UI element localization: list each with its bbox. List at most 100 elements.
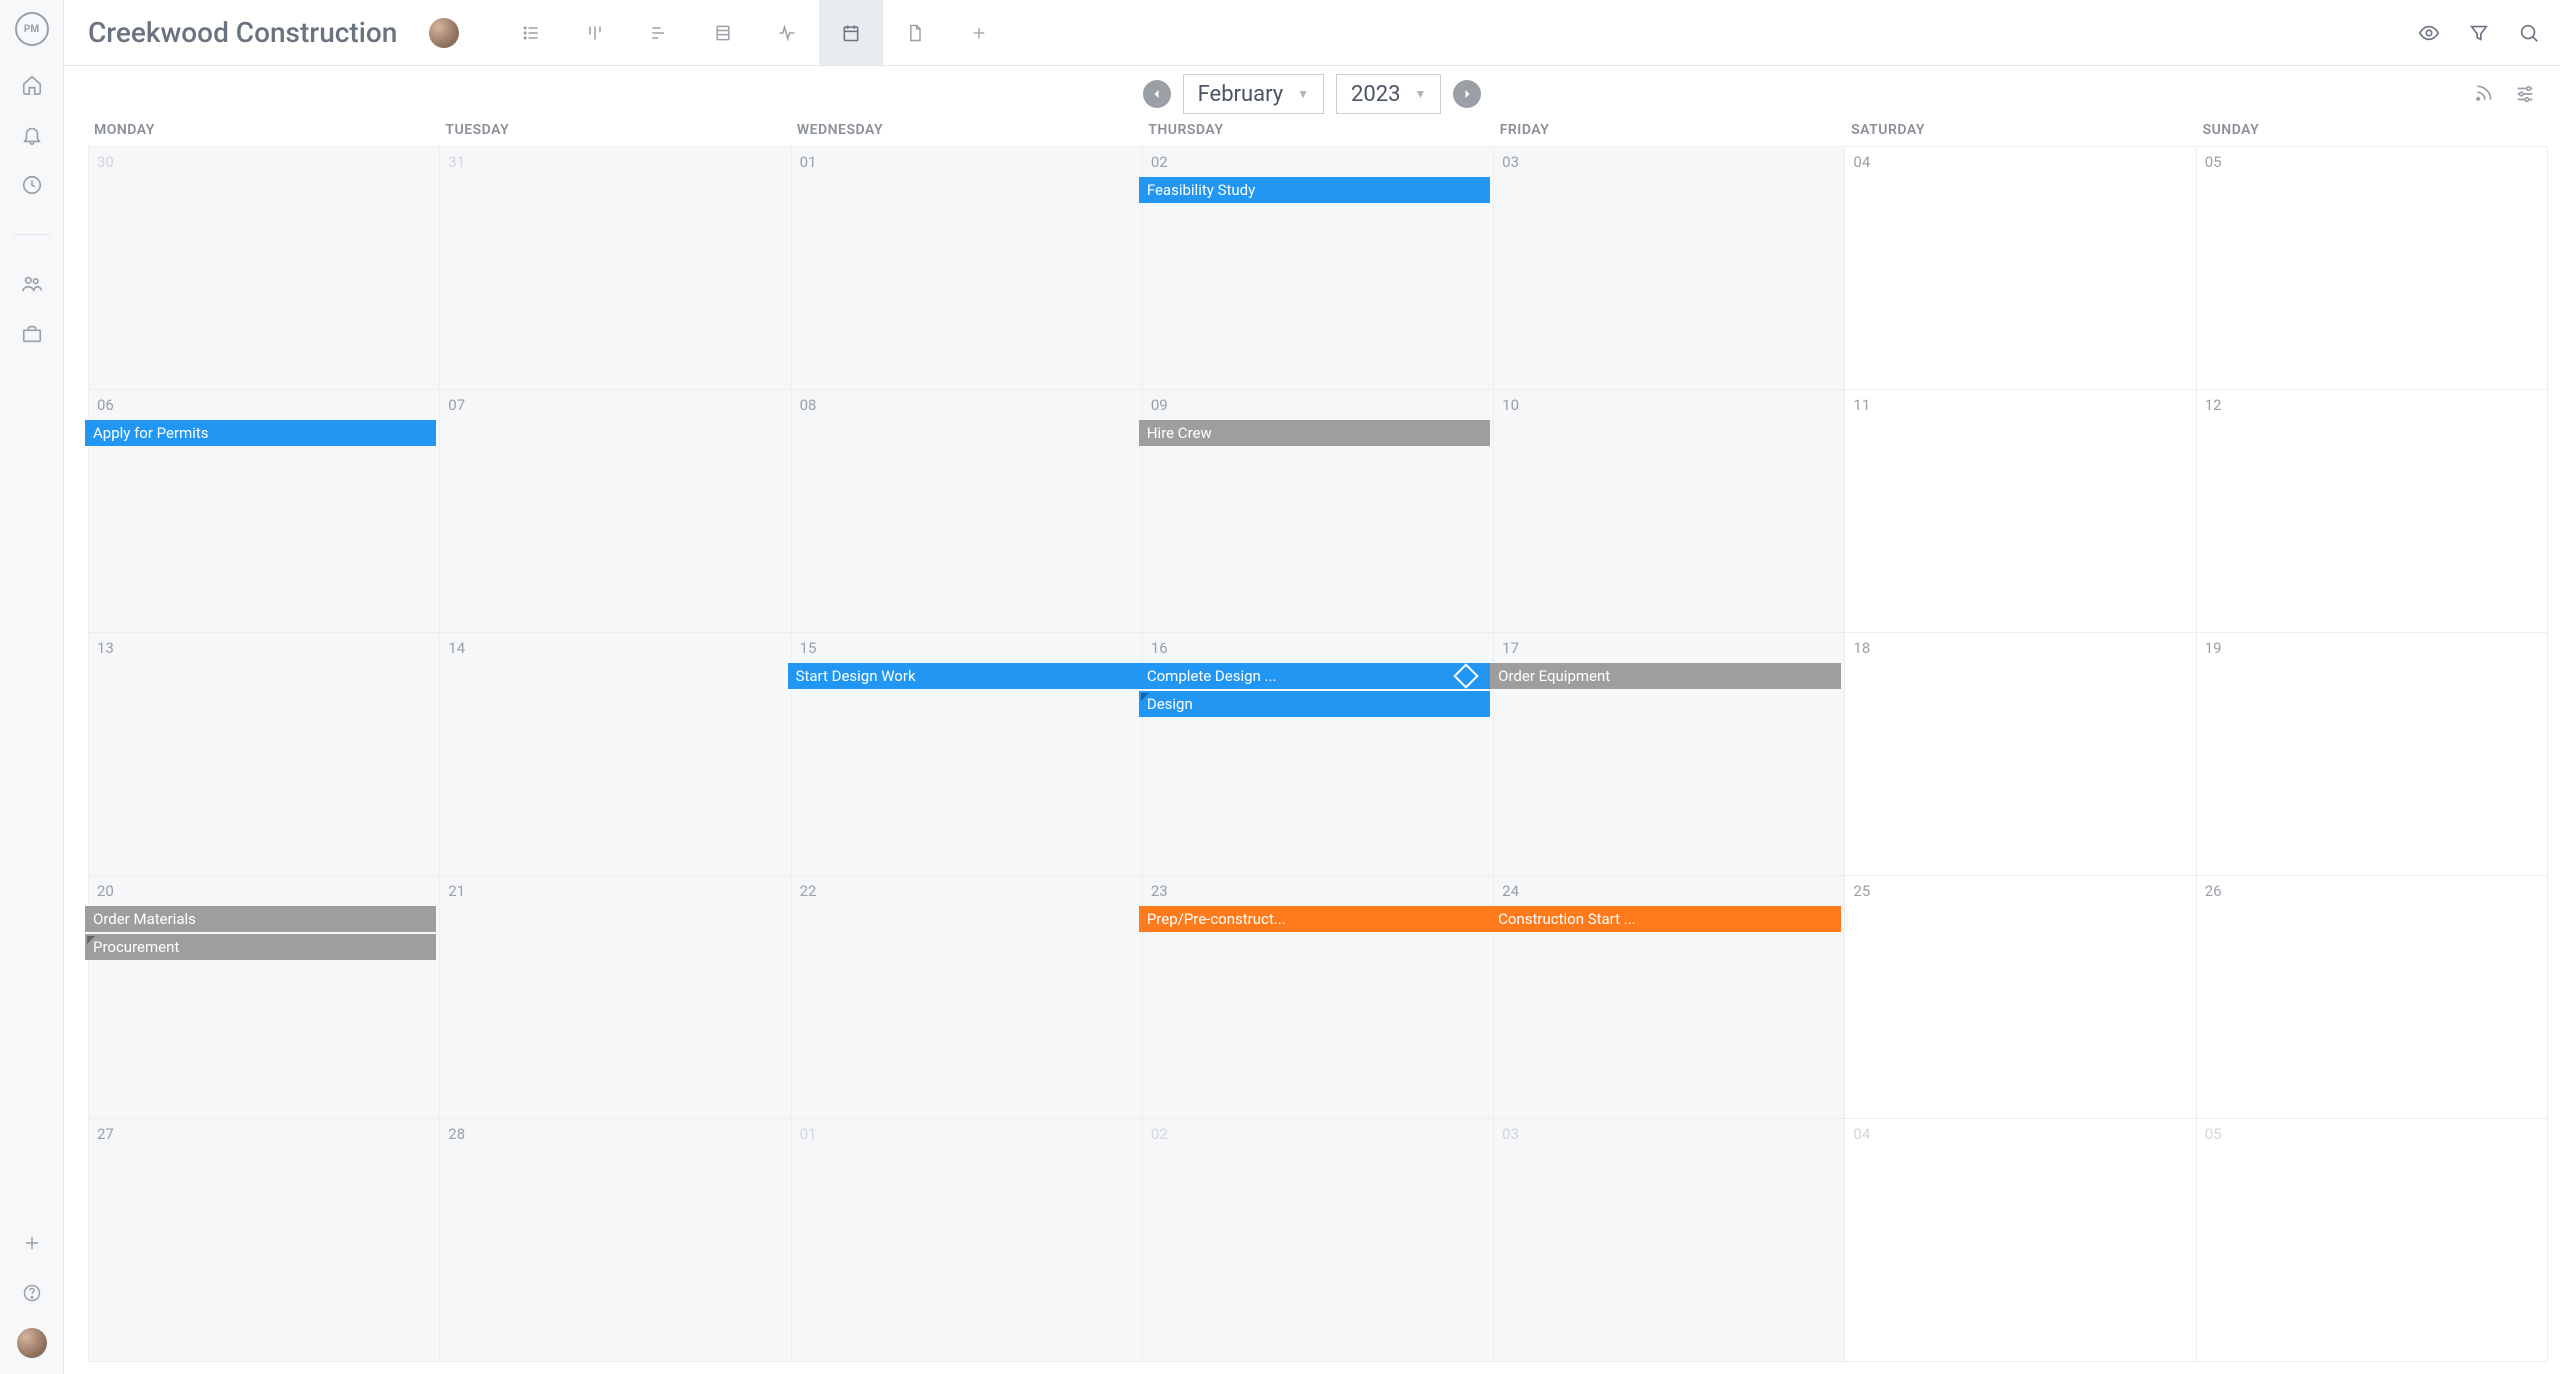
- tab-calendar[interactable]: [819, 0, 883, 65]
- calendar: MONDAYTUESDAYWEDNESDAYTHURSDAYFRIDAYSATU…: [64, 122, 2560, 1374]
- app-logo[interactable]: PM: [15, 12, 49, 46]
- day-number: 02: [1151, 153, 1485, 171]
- dow-label: SUNDAY: [2197, 122, 2548, 138]
- tab-add[interactable]: [947, 0, 1011, 65]
- prev-month-button[interactable]: [1143, 80, 1171, 108]
- search-icon[interactable]: [2518, 22, 2540, 44]
- briefcase-icon[interactable]: [21, 323, 43, 345]
- day-number: 20: [97, 882, 431, 900]
- day-number: 31: [448, 153, 782, 171]
- calendar-cell[interactable]: 21: [440, 876, 791, 1119]
- day-number: 24: [1502, 882, 1836, 900]
- plus-icon[interactable]: [21, 1232, 43, 1254]
- calendar-grid: 3031010203040506070809101112131415161718…: [88, 146, 2548, 1362]
- calendar-cell[interactable]: 27: [89, 1119, 440, 1362]
- settings-sliders-icon[interactable]: [2514, 83, 2536, 105]
- date-nav: February ▼ 2023 ▼: [64, 66, 2560, 122]
- help-icon[interactable]: [21, 1282, 43, 1304]
- clock-icon[interactable]: [21, 174, 43, 196]
- calendar-cell[interactable]: 10: [1494, 390, 1845, 633]
- day-number: 07: [448, 396, 782, 414]
- day-number: 15: [800, 639, 1134, 657]
- calendar-cell[interactable]: 01: [792, 147, 1143, 390]
- calendar-cell[interactable]: 03: [1494, 147, 1845, 390]
- day-number: 30: [97, 153, 431, 171]
- dow-label: WEDNESDAY: [791, 122, 1142, 138]
- calendar-cell[interactable]: 05: [2197, 1119, 2548, 1362]
- next-month-button[interactable]: [1453, 80, 1481, 108]
- calendar-cell[interactable]: 14: [440, 633, 791, 876]
- month-picker[interactable]: February ▼: [1183, 74, 1324, 114]
- day-number: 11: [1853, 396, 2187, 414]
- calendar-cell[interactable]: 04: [1845, 147, 2196, 390]
- calendar-cell[interactable]: 19: [2197, 633, 2548, 876]
- bell-icon[interactable]: [21, 124, 43, 146]
- calendar-cell[interactable]: 26: [2197, 876, 2548, 1119]
- day-number: 05: [2205, 1125, 2539, 1143]
- calendar-cell[interactable]: 04: [1845, 1119, 2196, 1362]
- calendar-cell[interactable]: 01: [792, 1119, 1143, 1362]
- tab-sheet[interactable]: [691, 0, 755, 65]
- year-label: 2023: [1351, 82, 1400, 107]
- calendar-event[interactable]: Order Materials: [85, 906, 436, 932]
- view-tabs: [499, 0, 1011, 65]
- calendar-event[interactable]: Prep/Pre-construct...: [1139, 906, 1490, 932]
- day-number: 16: [1151, 639, 1485, 657]
- calendar-event[interactable]: Apply for Permits: [85, 420, 436, 446]
- day-number: 17: [1502, 639, 1836, 657]
- day-number: 21: [448, 882, 782, 900]
- day-number: 22: [800, 882, 1134, 900]
- calendar-cell[interactable]: 07: [440, 390, 791, 633]
- day-number: 06: [97, 396, 431, 414]
- rss-icon[interactable]: [2474, 83, 2494, 105]
- day-number: 26: [2205, 882, 2539, 900]
- calendar-event[interactable]: Order Equipment: [1490, 663, 1841, 689]
- people-icon[interactable]: [21, 273, 43, 295]
- day-number: 10: [1502, 396, 1836, 414]
- day-number: 04: [1853, 1125, 2187, 1143]
- day-number: 03: [1502, 1125, 1836, 1143]
- milestone-diamond-icon: [1453, 663, 1478, 688]
- day-number: 02: [1151, 1125, 1485, 1143]
- calendar-event[interactable]: Hire Crew: [1139, 420, 1490, 446]
- visibility-icon[interactable]: [2418, 22, 2440, 44]
- tab-board[interactable]: [563, 0, 627, 65]
- tab-list[interactable]: [499, 0, 563, 65]
- day-number: 27: [97, 1125, 431, 1143]
- home-icon[interactable]: [21, 74, 43, 96]
- year-picker[interactable]: 2023 ▼: [1336, 74, 1441, 114]
- calendar-event[interactable]: Design: [1139, 691, 1490, 717]
- calendar-cell[interactable]: 08: [792, 390, 1143, 633]
- project-owner-avatar[interactable]: [429, 18, 459, 48]
- calendar-cell[interactable]: 25: [1845, 876, 2196, 1119]
- calendar-cell[interactable]: 12: [2197, 390, 2548, 633]
- calendar-cell[interactable]: 03: [1494, 1119, 1845, 1362]
- calendar-cell[interactable]: 11: [1845, 390, 2196, 633]
- calendar-cell[interactable]: 05: [2197, 147, 2548, 390]
- calendar-event[interactable]: Feasibility Study: [1139, 177, 1490, 203]
- project-title: Creekwood Construction: [88, 16, 397, 49]
- tab-activity[interactable]: [755, 0, 819, 65]
- day-number: 01: [800, 1125, 1134, 1143]
- calendar-event[interactable]: Construction Start ...: [1490, 906, 1841, 932]
- calendar-cell[interactable]: 30: [89, 147, 440, 390]
- calendar-cell[interactable]: 22: [792, 876, 1143, 1119]
- dow-label: SATURDAY: [1845, 122, 2196, 138]
- dow-label: TUESDAY: [439, 122, 790, 138]
- user-avatar[interactable]: [17, 1328, 47, 1358]
- calendar-cell[interactable]: 18: [1845, 633, 2196, 876]
- calendar-event[interactable]: Procurement: [85, 934, 436, 960]
- calendar-cell[interactable]: 02: [1143, 1119, 1494, 1362]
- dow-label: FRIDAY: [1494, 122, 1845, 138]
- calendar-cell[interactable]: 13: [89, 633, 440, 876]
- calendar-event[interactable]: Complete Design ...: [1139, 663, 1490, 689]
- day-number: 08: [800, 396, 1134, 414]
- tab-gantt[interactable]: [627, 0, 691, 65]
- day-number: 01: [800, 153, 1134, 171]
- filter-icon[interactable]: [2468, 22, 2490, 44]
- calendar-cell[interactable]: 28: [440, 1119, 791, 1362]
- tab-file[interactable]: [883, 0, 947, 65]
- calendar-event[interactable]: Start Design Work: [788, 663, 1139, 689]
- calendar-cell[interactable]: 31: [440, 147, 791, 390]
- rail-divider: [14, 234, 50, 235]
